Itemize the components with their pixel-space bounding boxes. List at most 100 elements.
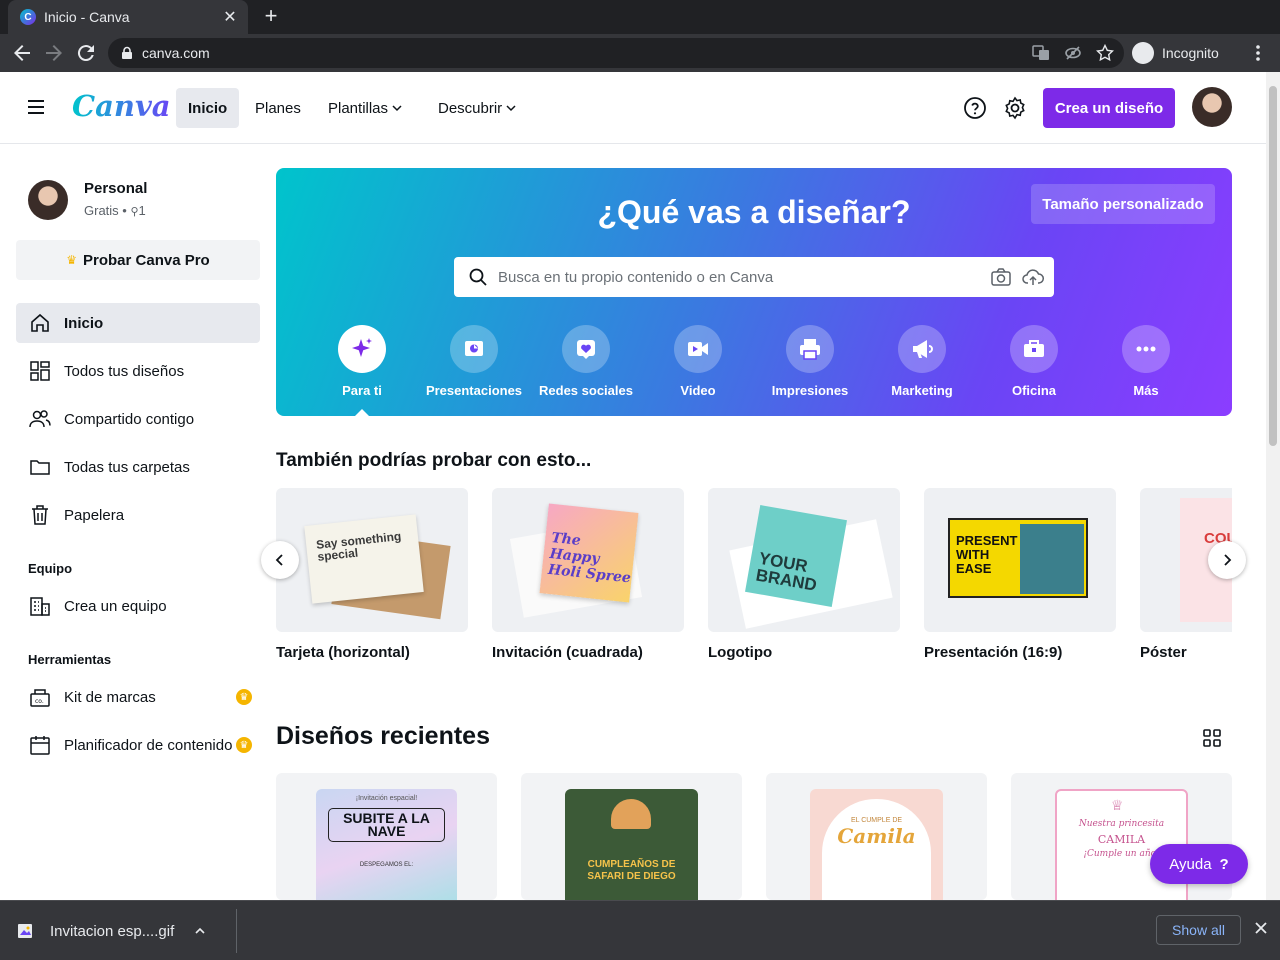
- category-oficina[interactable]: Oficina: [978, 325, 1090, 405]
- canva-logo[interactable]: Canva: [72, 89, 171, 123]
- custom-size-button[interactable]: Tamaño personalizado: [1031, 184, 1215, 224]
- design-thumbnail: EL CUMPLE DE Camila: [810, 789, 943, 900]
- video-icon: [688, 342, 708, 356]
- sidebar-item-designs[interactable]: Todos tus diseños: [16, 351, 260, 391]
- close-downloads-icon[interactable]: [1252, 919, 1270, 937]
- design-text: CUMPLEAÑOS DE SAFARI DE DIEGO: [587, 859, 676, 882]
- forward-arrow-icon[interactable]: [42, 41, 66, 65]
- browser-toolbar: canva.com Incognito: [0, 34, 1280, 72]
- card-label: Invitación (cuadrada): [492, 644, 643, 661]
- recent-design-card[interactable]: EL CUMPLE DE Camila: [766, 773, 987, 900]
- nav-inicio[interactable]: Inicio: [176, 88, 240, 128]
- recent-design-card[interactable]: CUMPLEAÑOS DE SAFARI DE DIEGO: [521, 773, 742, 900]
- category-presentaciones[interactable]: Presentaciones: [418, 325, 530, 405]
- sidebar-item-label: Compartido contigo: [64, 410, 195, 428]
- nav-plantillas-label: Plantillas: [328, 99, 389, 117]
- category-label: Impresiones: [771, 383, 849, 398]
- suggestion-card[interactable]: The Happy Holi Spree Invitación (cuadrad…: [492, 488, 684, 661]
- upload-cloud-icon[interactable]: [1022, 266, 1044, 288]
- category-redes-sociales[interactable]: Redes sociales: [530, 325, 642, 405]
- team-heading: Equipo: [28, 561, 73, 576]
- hero-banner: ¿Qué vas a diseñar? Tamaño personalizado…: [276, 168, 1232, 416]
- design-text: Camila: [837, 824, 916, 848]
- recent-design-card[interactable]: ¡Invitación espacial! SUBITE A LA NAVE D…: [276, 773, 497, 900]
- chevron-up-icon[interactable]: [194, 925, 206, 937]
- hamburger-menu-icon[interactable]: [26, 98, 46, 116]
- design-text: Nuestra princesita: [1078, 819, 1165, 829]
- card-thumbnail: The Happy Holi Spree: [492, 488, 684, 632]
- incognito-indicator[interactable]: Incognito: [1132, 39, 1219, 67]
- user-avatar[interactable]: [1192, 87, 1232, 127]
- heart-icon: [577, 340, 595, 359]
- browser-tabstrip: C Inicio - Canva ✕ +: [0, 0, 1280, 34]
- chevron-left-icon: [275, 554, 283, 566]
- reload-icon[interactable]: [74, 41, 98, 65]
- category-label: Para ti: [342, 383, 382, 398]
- printer-icon: [800, 339, 820, 360]
- nav-plantillas[interactable]: Plantillas: [316, 88, 414, 128]
- sidebar-item-planner[interactable]: Planificador de contenido ♛: [16, 725, 260, 765]
- bookmark-star-icon[interactable]: [1096, 44, 1114, 62]
- category-impresiones[interactable]: Impresiones: [754, 325, 866, 405]
- category-para-ti[interactable]: Para ti: [306, 325, 418, 416]
- search-input[interactable]: [498, 268, 990, 286]
- new-tab-button[interactable]: +: [258, 4, 284, 30]
- nav-descubrir-label: Descubrir: [438, 99, 503, 117]
- try-canva-pro-button[interactable]: ♛ Probar Canva Pro: [16, 240, 260, 280]
- download-filename: Invitacion esp....gif: [50, 922, 175, 940]
- category-label: Marketing: [891, 383, 953, 398]
- create-design-button[interactable]: Crea un diseño: [1043, 88, 1175, 128]
- url-text: canva.com: [142, 45, 210, 61]
- sidebar-item-shared[interactable]: Compartido contigo: [16, 399, 260, 439]
- person-icon: ⚲: [130, 206, 139, 218]
- design-thumbnail: CUMPLEAÑOS DE SAFARI DE DIEGO: [565, 789, 698, 900]
- carousel-next-button[interactable]: [1208, 541, 1246, 579]
- scrollbar-thumb[interactable]: [1269, 86, 1277, 446]
- tab-close-icon[interactable]: ✕: [222, 7, 238, 27]
- sidebar-item-folders[interactable]: Todas tus carpetas: [16, 447, 260, 487]
- suggestion-card[interactable]: PRESENT WITH EASE Presentación (16:9): [924, 488, 1116, 661]
- member-count: 1: [138, 203, 146, 218]
- settings-gear-icon[interactable]: [1003, 96, 1027, 120]
- brand-kit-icon: co.: [30, 689, 50, 707]
- suggestion-card[interactable]: YOUR BRAND Logotipo: [708, 488, 900, 661]
- sidebar-item-label: Kit de marcas: [64, 688, 156, 706]
- grid-view-icon[interactable]: [1201, 727, 1223, 749]
- sidebar-item-trash[interactable]: Papelera: [16, 495, 260, 535]
- sidebar-item-inicio[interactable]: Inicio: [16, 303, 260, 343]
- show-all-button[interactable]: Show all: [1156, 915, 1241, 945]
- profile-switcher[interactable]: Personal Gratis • ⚲1: [28, 180, 258, 224]
- category-video[interactable]: Video: [642, 325, 754, 405]
- suggestion-card[interactable]: Say something special Tarjeta (horizonta…: [276, 488, 468, 661]
- suggestions-carousel: Say something special Tarjeta (horizonta…: [276, 488, 1232, 668]
- download-item[interactable]: Invitacion esp....gif: [16, 913, 206, 949]
- try-pro-label: Probar Canva Pro: [83, 251, 210, 269]
- page-scrollbar[interactable]: [1266, 72, 1280, 900]
- category-mas[interactable]: Más: [1090, 325, 1202, 405]
- help-circle-icon[interactable]: [963, 96, 987, 120]
- carousel-prev-button[interactable]: [261, 541, 299, 579]
- sidebar-item-brand-kit[interactable]: co. Kit de marcas ♛: [16, 677, 260, 717]
- address-bar[interactable]: canva.com: [108, 38, 1124, 68]
- back-arrow-icon[interactable]: [10, 41, 34, 65]
- category-marketing[interactable]: Marketing: [866, 325, 978, 405]
- tab-title: Inicio - Canva: [44, 9, 130, 25]
- browser-tab[interactable]: C Inicio - Canva ✕: [8, 0, 248, 34]
- sidebar-item-create-team[interactable]: Crea un equipo: [16, 586, 260, 626]
- nav-descubrir[interactable]: Descubrir: [426, 88, 528, 128]
- translate-icon[interactable]: [1032, 44, 1050, 62]
- chevron-down-icon: [506, 105, 516, 112]
- help-button[interactable]: Ayuda ?: [1150, 844, 1248, 884]
- eye-off-icon[interactable]: [1064, 44, 1082, 62]
- browser-menu-icon[interactable]: [1250, 43, 1266, 63]
- category-label: Más: [1133, 383, 1159, 398]
- calendar-icon: [30, 736, 50, 755]
- nav-planes[interactable]: Planes: [243, 88, 313, 128]
- camera-icon[interactable]: [990, 266, 1012, 288]
- question-icon: ?: [1219, 855, 1229, 873]
- selected-indicator: [354, 409, 370, 416]
- folder-icon: [30, 460, 50, 475]
- suggestions-title: También podrías probar con esto...: [276, 450, 592, 471]
- home-icon: [31, 313, 49, 332]
- card-art-text: YOUR BRAND: [745, 505, 847, 607]
